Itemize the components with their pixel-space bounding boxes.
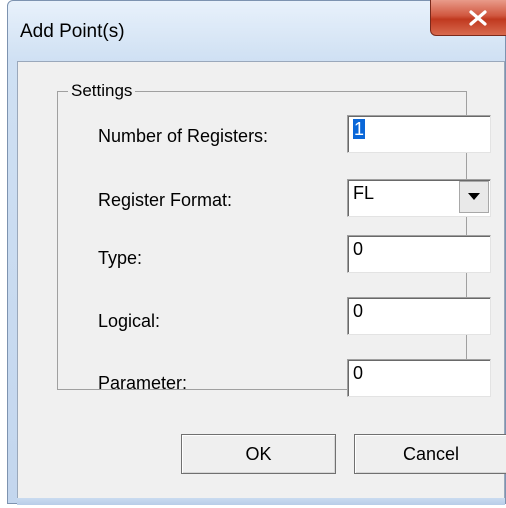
register-format-label: Register Format:	[98, 190, 233, 210]
chevron-down-icon	[468, 193, 480, 200]
cancel-button[interactable]: Cancel	[354, 434, 506, 474]
window-title: Add Point(s)	[20, 21, 125, 42]
register-format-value: FL	[353, 183, 375, 203]
number-of-registers-value: 1	[353, 119, 366, 139]
settings-group-label: Settings	[68, 81, 136, 101]
logical-value: 0	[353, 301, 364, 321]
ok-button[interactable]: OK	[181, 434, 336, 474]
parameter-label: Parameter:	[98, 373, 188, 393]
register-format-dropdown-button[interactable]	[459, 181, 489, 213]
parameter-input[interactable]: 0	[347, 359, 491, 397]
type-value: 0	[353, 239, 364, 259]
logical-label: Logical:	[98, 311, 161, 331]
dialog-window: Add Point(s) Settings Number of Register…	[7, 0, 506, 505]
parameter-value: 0	[353, 363, 364, 383]
close-icon	[468, 9, 487, 26]
type-label: Type:	[98, 248, 143, 268]
window-bottom-edge	[17, 498, 505, 505]
title-bar[interactable]: Add Point(s)	[8, 0, 506, 61]
register-format-select[interactable]: FL	[347, 179, 491, 217]
dialog-client-area: Settings Number of Registers: 1 Register…	[17, 61, 506, 499]
window-left-edge	[0, 0, 7, 508]
logical-input[interactable]: 0	[347, 297, 491, 335]
number-of-registers-label: Number of Registers:	[98, 126, 269, 146]
close-button[interactable]	[430, 0, 506, 36]
number-of-registers-input[interactable]: 1	[347, 115, 491, 153]
settings-groupbox: Settings Number of Registers: 1 Register…	[57, 81, 491, 397]
type-input[interactable]: 0	[347, 235, 491, 273]
